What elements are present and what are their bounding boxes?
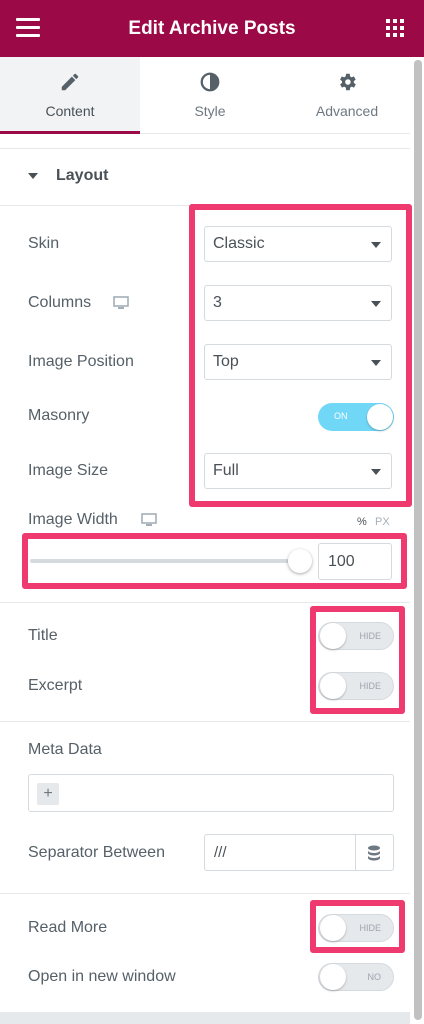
divider: [0, 893, 410, 894]
layout-section-header[interactable]: Layout: [0, 148, 410, 206]
skin-value: Classic: [213, 235, 265, 252]
panel-header: Edit Archive Posts: [0, 0, 424, 57]
excerpt-label: Excerpt: [28, 677, 83, 694]
toggle-knob: [320, 623, 346, 649]
image-width-value: 100: [328, 553, 355, 570]
image-position-value: Top: [213, 353, 239, 370]
tab-advanced[interactable]: Advanced: [284, 57, 410, 133]
image-width-label: Image Width: [28, 511, 118, 528]
unit-px[interactable]: PX: [375, 516, 390, 528]
image-size-value: Full: [213, 462, 239, 479]
panel-title: Edit Archive Posts: [128, 18, 296, 39]
image-position-select[interactable]: Top: [204, 344, 392, 380]
panel-tabs: Content Style Advanced: [0, 57, 410, 134]
title-toggle-text: HIDE: [359, 631, 381, 641]
separator-label: Separator Between: [28, 844, 165, 861]
new-window-toggle[interactable]: NO: [318, 963, 394, 991]
image-width-slider-track[interactable]: [30, 559, 300, 563]
columns-label: Columns: [28, 294, 92, 311]
pencil-icon: [61, 73, 79, 91]
caret-down-icon: [28, 173, 38, 179]
desktop-icon[interactable]: [141, 513, 157, 527]
caret-down-icon: [371, 360, 381, 366]
gear-icon: [340, 73, 356, 91]
new-window-label: Open in new window: [28, 968, 176, 985]
masonry-label: Masonry: [28, 407, 90, 424]
read-more-toggle-text: HIDE: [359, 923, 381, 933]
image-width-slider-handle[interactable]: [288, 549, 312, 573]
meta-data-select[interactable]: +: [28, 774, 394, 812]
caret-down-icon: [371, 242, 381, 248]
tab-advanced-label: Advanced: [315, 103, 379, 119]
tab-style-label: Style: [194, 103, 226, 119]
read-more-label: Read More: [28, 919, 108, 936]
half-circle-icon: [200, 72, 220, 92]
caret-down-icon: [371, 469, 381, 475]
skin-select[interactable]: Classic: [204, 226, 392, 262]
new-window-toggle-text: NO: [367, 972, 382, 982]
title-toggle[interactable]: HIDE: [318, 622, 394, 650]
excerpt-toggle[interactable]: HIDE: [318, 672, 394, 700]
database-icon[interactable]: [367, 845, 381, 861]
read-more-toggle[interactable]: HIDE: [318, 914, 394, 942]
divider: [0, 602, 410, 603]
desktop-icon[interactable]: [113, 296, 129, 310]
add-icon[interactable]: +: [37, 783, 59, 805]
masonry-toggle[interactable]: ON: [318, 403, 394, 431]
image-size-label: Image Size: [28, 462, 109, 479]
image-width-input[interactable]: 100: [318, 543, 392, 580]
toggle-knob: [320, 964, 346, 990]
unit-percent[interactable]: %: [357, 516, 367, 528]
tab-content-label: Content: [45, 103, 95, 119]
image-position-label: Image Position: [28, 353, 134, 370]
masonry-toggle-text: ON: [334, 411, 348, 421]
toggle-knob: [367, 404, 393, 430]
scrollbar[interactable]: [414, 60, 422, 1020]
tab-content[interactable]: Content: [0, 57, 140, 134]
columns-select[interactable]: 3: [204, 285, 392, 321]
layout-section-label: Layout: [56, 167, 109, 184]
meta-data-label: Meta Data: [28, 741, 102, 758]
toggle-knob: [320, 673, 346, 699]
caret-down-icon: [371, 301, 381, 307]
divider: [0, 721, 410, 722]
toggle-knob: [320, 915, 346, 941]
skin-label: Skin: [28, 235, 60, 252]
image-size-select[interactable]: Full: [204, 453, 392, 489]
panel-footer-strip: [0, 1012, 410, 1024]
tab-style[interactable]: Style: [142, 57, 278, 133]
columns-value: 3: [213, 294, 222, 311]
scrollbar-thumb[interactable]: [414, 60, 422, 1020]
separator-input[interactable]: ///: [204, 834, 394, 871]
title-label: Title: [28, 627, 58, 644]
grid-icon[interactable]: [386, 19, 404, 37]
excerpt-toggle-text: HIDE: [359, 681, 381, 691]
separator-value: ///: [214, 844, 227, 861]
